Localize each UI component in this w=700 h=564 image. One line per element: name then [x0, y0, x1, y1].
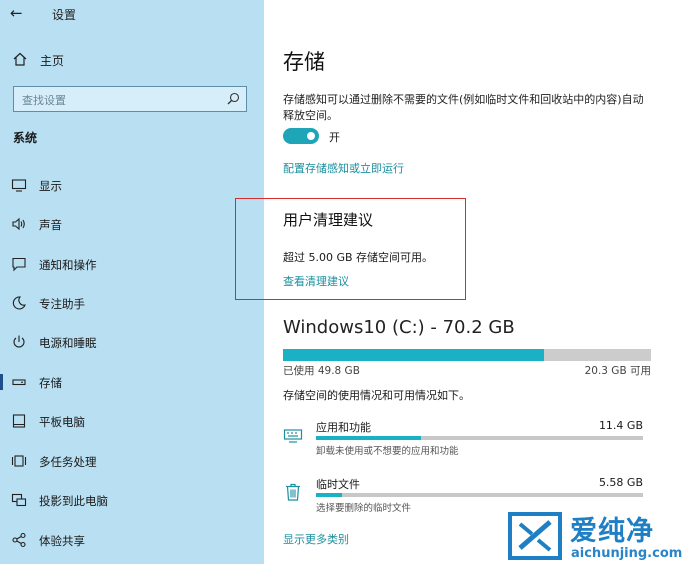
category-size: 11.4 GB [598, 419, 643, 432]
cleanup-recommendations-title: 用户清理建议 [283, 211, 374, 229]
sidebar-item-storage[interactable]: 存储 [0, 370, 264, 394]
sidebar-item-project[interactable]: 投影到此电脑 [0, 488, 264, 512]
sidebar: ← 设置 主页 系统 显示 声音 通知和操作 [0, 0, 264, 564]
storage-sense-toggle[interactable] [283, 128, 319, 144]
sidebar-item-label: 通知和操作 [39, 258, 97, 272]
configure-storage-sense-link[interactable]: 配置存储感知或立即运行 [283, 160, 404, 176]
title-bar: ← 设置 [0, 0, 264, 30]
cleanup-recommendations-text: 超过 5.00 GB 存储空间可用。 [283, 251, 434, 264]
drive-free-label: 20.3 GB 可用 [584, 365, 651, 377]
category-apps-features[interactable]: 应用和功能 11.4 GB 卸载未使用或不想要的应用和功能 [283, 419, 643, 465]
watermark-brand: 爱纯净 [570, 516, 654, 547]
watermark-url: aichunjing.com [571, 546, 683, 561]
drive-usage-fill [283, 349, 545, 361]
home-icon [13, 52, 27, 66]
back-arrow-icon[interactable]: ← [10, 4, 23, 22]
category-name: 临时文件 [316, 478, 360, 491]
drive-used-label: 已使用 49.8 GB [283, 365, 360, 377]
usage-description: 存储空间的使用情况和可用情况如下。 [283, 389, 470, 402]
sidebar-item-power[interactable]: 电源和睡眠 [0, 330, 264, 354]
sidebar-item-label: 主页 [40, 54, 65, 68]
search-box[interactable] [13, 86, 247, 112]
sidebar-section-label: 系统 [13, 131, 38, 145]
watermark: 爱纯净 aichunjing.com [506, 508, 700, 564]
notification-icon [12, 257, 26, 272]
trash-icon [286, 483, 300, 501]
sidebar-item-label: 显示 [39, 179, 62, 193]
sound-icon [12, 217, 25, 231]
power-icon [13, 335, 25, 348]
show-more-categories-link[interactable]: 显示更多类别 [283, 531, 349, 547]
tablet-icon [12, 414, 26, 428]
sidebar-item-label: 体验共享 [39, 534, 85, 548]
category-description: 卸载未使用或不想要的应用和功能 [316, 446, 459, 457]
multitasking-icon [11, 455, 27, 467]
project-icon [11, 493, 27, 507]
sidebar-item-label: 投影到此电脑 [39, 494, 108, 508]
sidebar-item-focus-assist[interactable]: 专注助手 [0, 291, 264, 315]
sidebar-item-display[interactable]: 显示 [0, 173, 264, 197]
category-name: 应用和功能 [316, 421, 371, 434]
category-usage-fill [316, 493, 343, 497]
apps-keyboard-icon [283, 429, 303, 443]
sidebar-item-label: 存储 [39, 376, 62, 390]
toggle-state-label: 开 [329, 131, 340, 144]
storage-sense-description: 存储感知可以通过删除不需要的文件(例如临时文件和回收站中的内容)自动释放空间。 [283, 93, 644, 122]
sidebar-item-sound[interactable]: 声音 [0, 212, 264, 236]
active-indicator [0, 374, 3, 390]
sidebar-item-label: 声音 [39, 218, 62, 232]
sidebar-item-label: 多任务处理 [39, 455, 97, 469]
sidebar-item-label: 专注助手 [39, 297, 85, 311]
watermark-logo-icon [508, 512, 562, 560]
main-content: 存储 存储感知可以通过删除不需要的文件(例如临时文件和回收站中的内容)自动释放空… [235, 0, 700, 564]
sidebar-item-notifications[interactable]: 通知和操作 [0, 252, 264, 276]
page-title: 存储 [283, 50, 325, 74]
focus-assist-icon [12, 296, 26, 310]
storage-icon [12, 379, 26, 386]
category-usage-bar [316, 436, 643, 440]
sidebar-item-label: 电源和睡眠 [39, 336, 97, 350]
sidebar-item-multitasking[interactable]: 多任务处理 [0, 449, 264, 473]
sidebar-item-tablet[interactable]: 平板电脑 [0, 409, 264, 433]
search-icon[interactable] [227, 92, 240, 105]
display-icon [11, 179, 27, 192]
search-input[interactable] [20, 90, 224, 110]
view-cleanup-recommendations-link[interactable]: 查看清理建议 [283, 273, 349, 289]
drive-usage-bar [283, 349, 651, 361]
category-usage-fill [316, 436, 421, 440]
app-title: 设置 [52, 8, 77, 22]
sidebar-item-label: 平板电脑 [39, 415, 85, 429]
sidebar-item-home[interactable]: 主页 [0, 50, 264, 72]
sidebar-item-shared-experiences[interactable]: 体验共享 [0, 528, 264, 552]
category-description: 选择要删除的临时文件 [316, 503, 412, 514]
category-size: 5.58 GB [598, 476, 643, 489]
drive-title: Windows10 (C:) - 70.2 GB [283, 317, 515, 338]
category-usage-bar [316, 493, 643, 497]
shared-experience-icon [12, 532, 26, 548]
